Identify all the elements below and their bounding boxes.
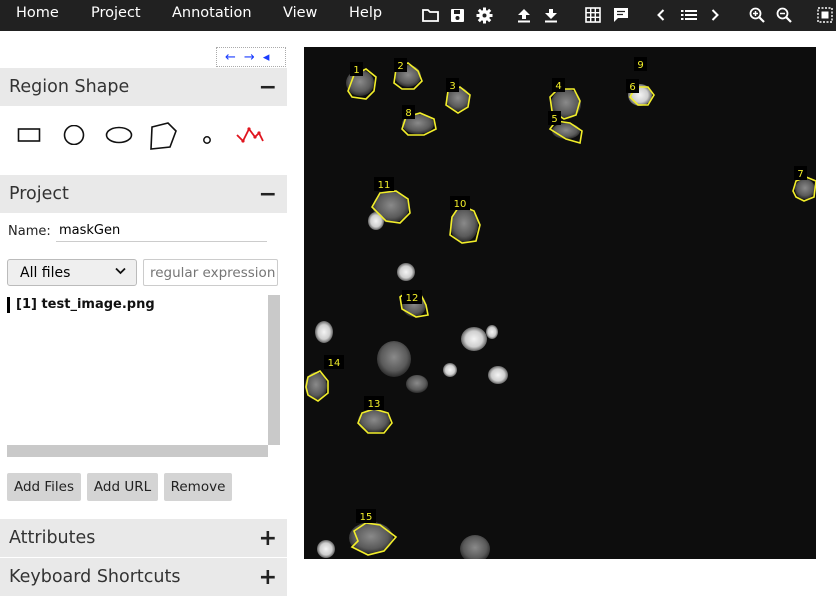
settings-icon[interactable] bbox=[473, 4, 495, 26]
region-label: 4 bbox=[555, 81, 561, 92]
region-shape-title: Region Shape bbox=[9, 77, 130, 97]
region-label: 15 bbox=[360, 512, 373, 523]
region-label: 2 bbox=[397, 61, 403, 72]
comment-icon[interactable] bbox=[610, 4, 632, 26]
image-canvas[interactable]: 1 2 3 4 5 6 7 8 9 10 11 12 13 14 15 bbox=[304, 47, 816, 559]
file-list-horizontal-scrollbar[interactable] bbox=[7, 445, 268, 457]
next-icon[interactable] bbox=[704, 4, 726, 26]
file-list-item[interactable]: [1] test_image.png bbox=[7, 297, 155, 313]
polyline-shape-icon[interactable] bbox=[235, 125, 265, 151]
region-label: 13 bbox=[368, 399, 381, 410]
move-left-arrow-icon[interactable]: ← bbox=[225, 50, 236, 65]
region-label: 7 bbox=[797, 169, 803, 180]
region-label: 14 bbox=[328, 358, 341, 369]
region-label: 3 bbox=[449, 81, 455, 92]
region-label: 5 bbox=[551, 114, 557, 125]
menu-annotation[interactable]: Annotation bbox=[172, 5, 252, 21]
project-header[interactable]: Project − bbox=[0, 175, 287, 213]
list-icon[interactable] bbox=[678, 4, 700, 26]
project-name-input[interactable] bbox=[56, 219, 267, 242]
menu-project[interactable]: Project bbox=[91, 5, 141, 21]
region-label: 8 bbox=[405, 108, 411, 119]
rectangle-shape-icon[interactable] bbox=[17, 125, 41, 149]
folder-open-icon[interactable] bbox=[419, 4, 441, 26]
file-list: [1] test_image.png bbox=[7, 295, 280, 457]
upload-icon[interactable] bbox=[513, 4, 535, 26]
region-label: 10 bbox=[454, 199, 467, 210]
regex-filter-input[interactable] bbox=[143, 259, 278, 286]
region-shape-toggle[interactable]: − bbox=[259, 75, 277, 100]
project-title: Project bbox=[9, 184, 69, 204]
region-label: 1 bbox=[353, 65, 359, 76]
save-icon[interactable] bbox=[446, 4, 468, 26]
collapse-sidebar-icon[interactable]: ◂ bbox=[263, 50, 270, 65]
attributes-header[interactable]: Attributes + bbox=[0, 519, 287, 557]
file-filter-select[interactable]: All files bbox=[7, 259, 137, 286]
top-menubar: Home Project Annotation View Help bbox=[0, 0, 836, 31]
region-shape-list bbox=[0, 107, 287, 175]
prev-icon[interactable] bbox=[650, 4, 672, 26]
keyboard-shortcuts-toggle[interactable]: + bbox=[259, 565, 277, 590]
move-right-arrow-icon[interactable]: → bbox=[244, 50, 255, 65]
project-toggle[interactable]: − bbox=[259, 182, 277, 207]
region-label: 6 bbox=[629, 82, 635, 93]
download-icon[interactable] bbox=[540, 4, 562, 26]
region-label: 11 bbox=[378, 180, 391, 191]
file-filter-value: All files bbox=[20, 264, 71, 281]
sidebar-nav-arrows: ← → ◂ bbox=[216, 47, 286, 67]
region-shape-header[interactable]: Region Shape − bbox=[0, 68, 287, 106]
zoom-in-icon[interactable] bbox=[746, 4, 768, 26]
region-label: 9 bbox=[637, 60, 643, 71]
add-url-button[interactable]: Add URL bbox=[87, 473, 158, 501]
menu-home[interactable]: Home bbox=[16, 5, 59, 21]
grid-icon[interactable] bbox=[582, 4, 604, 26]
add-files-button[interactable]: Add Files bbox=[7, 473, 81, 501]
point-shape-icon[interactable] bbox=[201, 131, 213, 150]
polygon-shape-icon[interactable] bbox=[148, 121, 178, 157]
project-name-label: Name: bbox=[8, 224, 51, 239]
region-label: 12 bbox=[406, 293, 419, 304]
remove-button[interactable]: Remove bbox=[164, 473, 232, 501]
select-region-icon[interactable] bbox=[814, 4, 836, 26]
zoom-out-icon[interactable] bbox=[773, 4, 795, 26]
keyboard-shortcuts-header[interactable]: Keyboard Shortcuts + bbox=[0, 558, 287, 596]
left-sidebar: ← → ◂ Region Shape − Project − Name: mas… bbox=[0, 31, 288, 603]
menu-help[interactable]: Help bbox=[349, 5, 382, 21]
ellipse-shape-icon[interactable] bbox=[105, 125, 133, 149]
attributes-title: Attributes bbox=[9, 528, 96, 548]
chevron-down-icon bbox=[115, 264, 126, 278]
attributes-toggle[interactable]: + bbox=[259, 526, 277, 551]
keyboard-shortcuts-title: Keyboard Shortcuts bbox=[9, 567, 181, 587]
menu-view[interactable]: View bbox=[283, 5, 317, 21]
file-list-vertical-scrollbar[interactable] bbox=[268, 295, 280, 445]
annotation-canvas[interactable]: 1 23 456789101112131415 bbox=[304, 47, 816, 559]
circle-shape-icon[interactable] bbox=[62, 124, 86, 149]
